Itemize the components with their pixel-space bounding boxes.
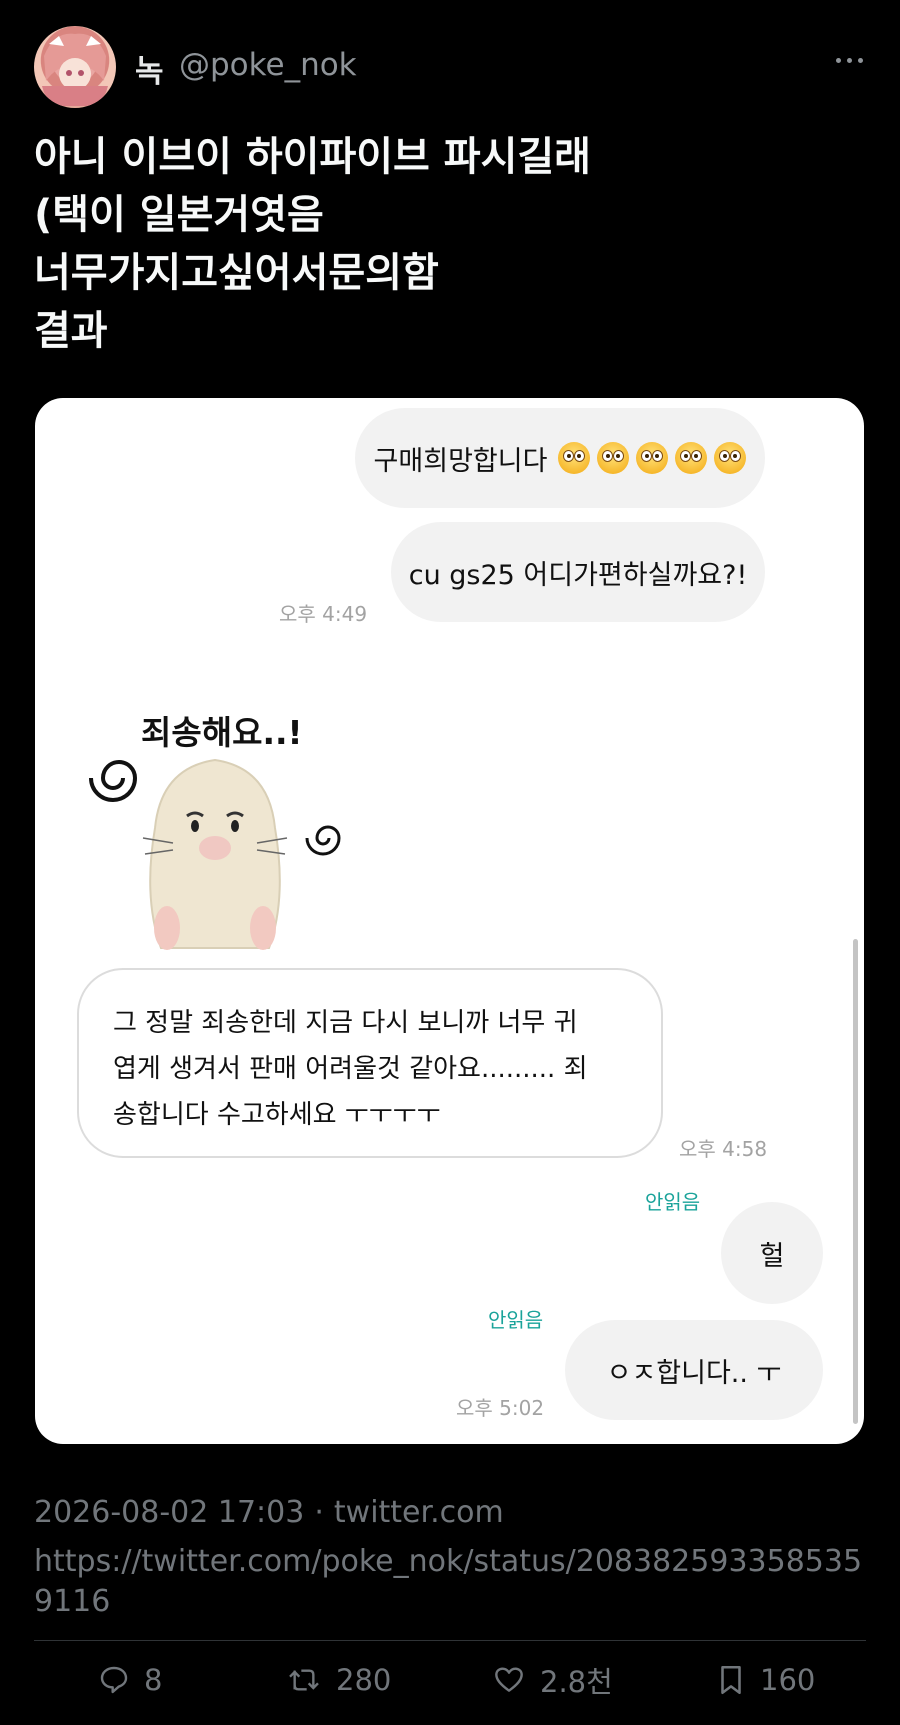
chat-message-line: 송합니다 수고하세요 ㅜㅜㅜㅜ [113,1100,441,1130]
chat-bubble-received: 그 정말 죄송한데 지금 다시 보니까 너무 귀 엽게 생겨서 판매 어려울것 … [77,968,663,1158]
chat-message-text: 구매희망합니다 [373,445,548,477]
chat-message-line: 엽게 생겨서 판매 어려울것 같아요......... 죄 [113,1054,588,1084]
chat-message-line: 그 정말 죄송한데 지금 다시 보니까 너무 귀 [113,1008,578,1038]
pleading-face-icon [597,442,630,474]
chat-bubble-sent: 구매희망합니다 [355,408,765,508]
tweet-actions: 8 280 2.8천 160 [34,1660,866,1700]
reply-icon [100,1666,128,1694]
tweet-text-line: 아니 이브이 하이파이브 파시길래 [34,134,591,180]
tweet-text-line: 너무가지고싶어서문의함 [34,250,439,296]
retweet-button[interactable]: 280 [286,1660,391,1700]
chat-timestamp: 오후 5:02 [456,1396,545,1420]
tweet-datetime[interactable]: 2026-08-02 17:03 [34,1495,304,1530]
chat-message-text: cu gs25 어디가편하실까요?! [408,559,748,591]
tweet-url[interactable]: https://twitter.com/poke_nok/status/2083… [34,1542,869,1622]
author-avatar[interactable] [34,26,116,108]
flushed-face-icon [675,442,708,474]
mole-sticker-image: 죄송해요..! [83,698,353,956]
chat-bubble-sent: ㅇㅈ합니다.. ㅜ [565,1320,823,1420]
emoji-group [551,442,747,474]
avatar-illustration [42,33,108,106]
unread-label: 안읽음 [645,1190,701,1214]
chat-timestamp: 오후 4:58 [679,1137,768,1161]
author-handle[interactable]: @poke_nok [179,47,357,83]
tweet-media-image[interactable]: 구매희망합니다 cu gs25 어디가편하실까요?! 오후 4:49 죄송해요.… [35,398,864,1444]
meta-separator: · [314,1495,324,1530]
tweet-text-line: 결과 [34,308,108,354]
tweet-text: 아니 이브이 하이파이브 파시길래 (택이 일본거엿음 너무가지고싶어서문의함 … [34,128,864,360]
author-name[interactable]: 녹 [135,46,164,91]
tweet-text-line: (택이 일본거엿음 [34,192,324,238]
pleading-face-icon [558,442,591,474]
divider [34,1640,866,1641]
tweet-source[interactable]: twitter.com [334,1495,504,1530]
flushed-face-icon [636,442,669,474]
more-options-icon[interactable] [834,52,866,68]
chat-bubble-sent: 헐 [721,1202,823,1304]
like-count: 2.8천 [540,1665,613,1699]
like-button[interactable]: 2.8천 [492,1660,613,1700]
reply-count: 8 [144,1663,163,1697]
chat-bubble-sent: cu gs25 어디가편하실까요?! [391,522,765,622]
chat-timestamp: 오후 4:49 [279,602,368,626]
reply-button[interactable]: 8 [98,1660,162,1700]
chat-scrollbar [853,939,858,1424]
retweet-icon [289,1669,319,1691]
flushed-face-icon [714,442,747,474]
chat-message-text: 헐 [759,1240,785,1272]
bookmark-icon [721,1665,741,1695]
bookmark-button[interactable]: 160 [716,1660,815,1700]
bookmark-count: 160 [760,1663,816,1697]
tweet-header: 녹 @poke_nok [34,26,866,108]
sticker-caption: 죄송해요..! [141,713,303,752]
heart-icon [495,1667,523,1692]
chat-message-text: ㅇㅈ합니다.. ㅜ [606,1357,782,1389]
retweet-count: 280 [336,1663,392,1697]
unread-label: 안읽음 [488,1308,544,1332]
tweet-meta: 2026-08-02 17:03 · twitter.com [34,1495,504,1530]
